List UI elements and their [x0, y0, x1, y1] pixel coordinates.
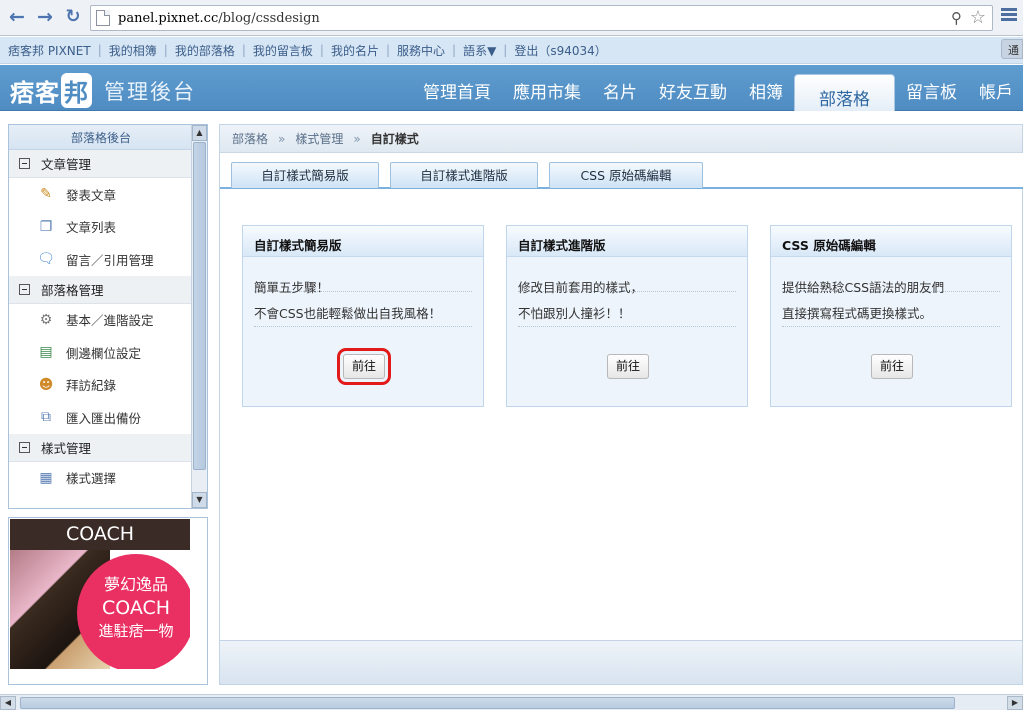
card-css-editor: CSS 原始碼編輯 提供給熟稔CSS語法的朋友們 直接撰寫程式碼更換樣式。 前往 — [770, 225, 1012, 407]
toplink-my-card[interactable]: 我的名片 — [331, 42, 379, 59]
sidebar-item-visits[interactable]: ☻ 拜訪紀錄 — [9, 369, 191, 402]
collapse-icon[interactable] — [19, 441, 30, 453]
copy-icon: ⧉ — [41, 409, 51, 426]
browser-toolbar: ← → ↻ panel.pixnet.cc/blog/cssdesign ⚲ ☆ — [0, 0, 1023, 36]
scroll-right-icon[interactable]: ▶ — [1007, 696, 1023, 710]
url-host: panel.pixnet.cc — [118, 10, 219, 26]
card-line: 不怕跟別人撞衫！！ — [518, 292, 736, 327]
main-nav: 管理首頁 應用市集 名片 好友互動 相簿 部落格 留言板 帳戶 — [412, 65, 1023, 111]
pixnet-logo[interactable]: 痞客邦 — [10, 73, 92, 108]
notification-tab[interactable]: 通 — [1001, 39, 1023, 59]
toplink-my-album[interactable]: 我的相簿 — [109, 42, 157, 59]
zoom-icon[interactable]: ⚲ — [951, 9, 962, 27]
collapse-icon[interactable] — [19, 283, 30, 295]
style-tabs: 自訂樣式簡易版 自訂樣式進階版 CSS 原始碼編輯 — [220, 153, 1023, 189]
nav-blog[interactable]: 部落格 — [794, 74, 895, 111]
pencil-icon: ✎ — [40, 186, 52, 203]
sidebar-item-backup[interactable]: ⧉ 匯入匯出備份 — [9, 401, 191, 434]
sidebar-section-styles[interactable]: 樣式管理 — [9, 433, 191, 462]
breadcrumb-current: 自訂樣式 — [370, 132, 419, 146]
go-button-advanced[interactable]: 前往 — [607, 354, 649, 379]
tab-simple-custom[interactable]: 自訂樣式簡易版 — [231, 162, 379, 188]
card-line: 修改目前套用的樣式， — [518, 257, 736, 295]
sidebar-item-comments[interactable]: 🗨 留言／引用管理 — [9, 243, 191, 276]
card-line: 提供給熟稔CSS語法的朋友們 — [782, 257, 1000, 295]
toplink-pixnet[interactable]: 痞客邦 PIXNET — [8, 42, 91, 59]
sidebar-scrollbar[interactable]: ▲ ▼ — [191, 125, 207, 508]
toplink-my-guestbook[interactable]: 我的留言板 — [253, 42, 313, 59]
blog-admin-sidebar: 部落格後台 文章管理 ✎ 發表文章 ❐ 文章列表 🗨 留言／引用管理 部落格管理 ⚙ 基… — [8, 124, 208, 509]
layout-icon: ▤ — [39, 344, 53, 361]
scroll-down-icon[interactable]: ▼ — [192, 492, 207, 508]
toplink-my-blog[interactable]: 我的部落格 — [175, 42, 235, 59]
sidebar-item-settings[interactable]: ⚙ 基本／進階設定 — [9, 304, 191, 337]
ad-line-1: 夢幻逸品 — [103, 575, 168, 594]
address-bar[interactable]: panel.pixnet.cc/blog/cssdesign ⚲ ☆ — [90, 5, 993, 31]
nav-card[interactable]: 名片 — [592, 65, 648, 111]
speech-bubble-icon: 🗨 — [37, 251, 55, 268]
card-simple-custom: 自訂樣式簡易版 簡單五步驟！ 不會CSS也能輕鬆做出自我風格！ 前往 — [242, 225, 484, 407]
toplink-language[interactable]: 語系▼ — [463, 42, 496, 59]
card-title: 自訂樣式簡易版 — [243, 226, 483, 257]
browser-menu-icon[interactable] — [1001, 8, 1017, 22]
scroll-left-icon[interactable]: ◀ — [0, 696, 16, 710]
card-line: 直接撰寫程式碼更換樣式。 — [782, 292, 1000, 327]
card-advanced-custom: 自訂樣式進階版 修改目前套用的樣式， 不怕跟別人撞衫！！ 前往 — [506, 225, 748, 407]
horizontal-scrollbar[interactable]: ◀ ▶ — [0, 694, 1023, 710]
coach-ad-banner[interactable]: COACH 夢幻逸品 COACH 進駐痞一物 — [10, 519, 190, 669]
sidebar-item-new-post[interactable]: ✎ 發表文章 — [9, 178, 191, 211]
back-arrow-icon[interactable]: ← — [6, 6, 28, 28]
gear-icon: ⚙ — [39, 311, 53, 328]
ad-panel: COACH 夢幻逸品 COACH 進駐痞一物 — [8, 517, 208, 685]
sidebar-item-style-select[interactable]: ▦ 樣式選擇 — [9, 462, 191, 495]
card-title: CSS 原始碼編輯 — [771, 226, 1011, 257]
top-links-bar: 痞客邦 PIXNET | 我的相簿 | 我的部落格 | 我的留言板 | 我的名片 | 服務… — [0, 37, 1023, 64]
nav-friends[interactable]: 好友互動 — [648, 65, 738, 111]
ad-line-2: COACH — [101, 597, 171, 619]
main-footer-bar — [220, 640, 1022, 684]
url-path: /blog/cssdesign — [218, 10, 320, 26]
reload-icon[interactable]: ↻ — [62, 6, 84, 28]
card-line: 簡單五步驟！ — [254, 257, 472, 295]
go-button-simple[interactable]: 前往 — [337, 348, 391, 385]
nav-app-market[interactable]: 應用市集 — [502, 65, 592, 111]
sidebar-section-blog[interactable]: 部落格管理 — [9, 275, 191, 304]
collapse-icon[interactable] — [19, 158, 30, 169]
toplink-logout[interactable]: 登出（s94034） — [514, 42, 606, 59]
users-icon: ☻ — [38, 376, 54, 393]
sidebar-section-articles[interactable]: 文章管理 — [9, 150, 191, 178]
sidebar-title: 部落格後台 — [9, 125, 207, 150]
tab-advanced-custom[interactable]: 自訂樣式進階版 — [390, 162, 538, 188]
go-button-css[interactable]: 前往 — [871, 354, 913, 379]
tab-css-editor[interactable]: CSS 原始碼編輯 — [549, 162, 703, 188]
scroll-up-icon[interactable]: ▲ — [192, 125, 207, 141]
main-content: 部落格 » 樣式管理 » 自訂樣式 自訂樣式簡易版 自訂樣式進階版 CSS 原始… — [219, 124, 1023, 685]
ad-pink-circle: 夢幻逸品 COACH 進駐痞一物 — [77, 554, 190, 669]
nav-account[interactable]: 帳戶 — [968, 65, 1023, 111]
grid-icon: ▦ — [39, 469, 53, 486]
ad-brand-band: COACH — [10, 519, 190, 550]
nav-guestbook[interactable]: 留言板 — [895, 65, 968, 111]
breadcrumb: 部落格 » 樣式管理 » 自訂樣式 — [220, 125, 1022, 153]
horizontal-scrollbar-thumb[interactable] — [20, 697, 955, 709]
forward-arrow-icon[interactable]: → — [34, 6, 56, 28]
breadcrumb-style-management[interactable]: 樣式管理 — [295, 130, 343, 147]
nav-admin-home[interactable]: 管理首頁 — [412, 65, 502, 111]
card-line: 不會CSS也能輕鬆做出自我風格！ — [254, 292, 472, 327]
admin-title: 管理後台 — [104, 80, 196, 104]
site-header: 痞客邦 管理後台 管理首頁 應用市集 名片 好友互動 相簿 部落格 留言板 帳戶 — [0, 65, 1023, 111]
sidebar-item-sidebar-settings[interactable]: ▤ 側邊欄位設定 — [9, 336, 191, 369]
ad-line-3: 進駐痞一物 — [98, 622, 174, 640]
toplink-service-center[interactable]: 服務中心 — [397, 42, 445, 59]
documents-icon: ❐ — [39, 218, 53, 235]
bookmark-star-icon[interactable]: ☆ — [970, 7, 986, 28]
breadcrumb-blog[interactable]: 部落格 — [232, 130, 268, 147]
card-title: 自訂樣式進階版 — [507, 226, 747, 257]
page-icon — [96, 10, 110, 26]
scrollbar-thumb[interactable] — [193, 142, 206, 470]
nav-album[interactable]: 相簿 — [738, 65, 794, 111]
sidebar-item-post-list[interactable]: ❐ 文章列表 — [9, 211, 191, 244]
